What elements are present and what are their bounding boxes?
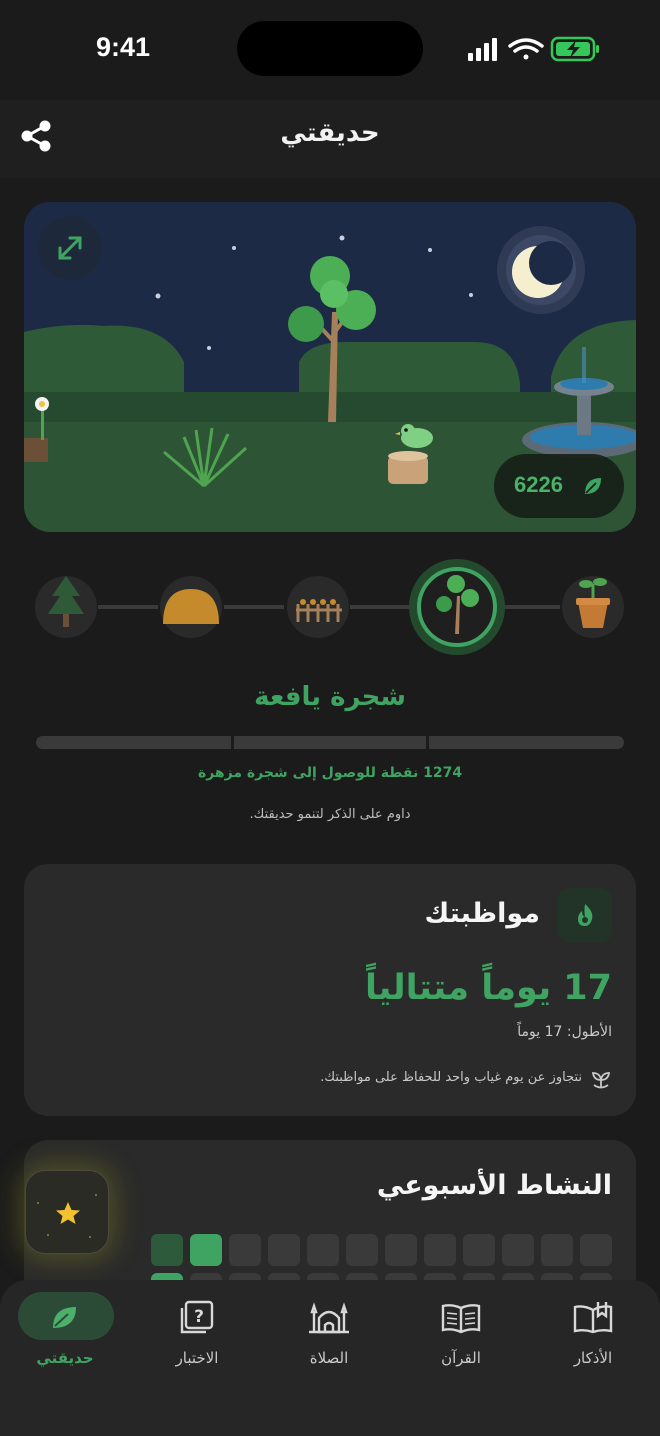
points-badge: 6226 bbox=[494, 454, 624, 518]
stage-sprout-pot bbox=[562, 576, 624, 638]
activity-cell bbox=[424, 1234, 456, 1266]
star-button[interactable] bbox=[25, 1170, 109, 1254]
stage-fence bbox=[287, 576, 349, 638]
app-header: حديقتي bbox=[0, 100, 660, 178]
activity-cell bbox=[541, 1234, 573, 1266]
activity-cell bbox=[190, 1234, 222, 1266]
activity-cell bbox=[580, 1234, 612, 1266]
streak-title: مواظبتك bbox=[424, 898, 540, 929]
activity-cell bbox=[385, 1234, 417, 1266]
mosque-icon bbox=[309, 1302, 349, 1334]
svg-text:?: ? bbox=[194, 1307, 204, 1327]
bottom-tab-bar: حديقتي ? الاختبار الصلاة القرآن الأذكار bbox=[0, 1280, 660, 1436]
tab-label: الصلاة bbox=[309, 1349, 349, 1367]
activity-cell bbox=[151, 1234, 183, 1266]
stage-progress-bar bbox=[36, 736, 624, 749]
star-icon bbox=[37, 1194, 97, 1238]
status-time: 9:41 bbox=[96, 32, 151, 62]
tab-quran[interactable]: القرآن bbox=[396, 1280, 526, 1390]
weekly-activity-card: النشاط الأسبوعي bbox=[24, 1140, 636, 1288]
activity-cell bbox=[229, 1234, 261, 1266]
leaf-icon bbox=[53, 1307, 76, 1328]
activity-cell bbox=[268, 1234, 300, 1266]
streak-note: نتجاوز عن يوم غياب واحد للحفاظ على مواظب… bbox=[320, 1070, 582, 1085]
tab-label: القرآن bbox=[441, 1349, 481, 1367]
main-content[interactable]: 6226 شجرة يافعة 1274 نقطة للوصول إلى شجر… bbox=[0, 178, 660, 1288]
tab-adhkar[interactable]: الأذكار bbox=[528, 1280, 658, 1390]
activity-cell bbox=[502, 1234, 534, 1266]
status-bar: 9:41 bbox=[0, 0, 660, 100]
quran-icon bbox=[441, 1304, 481, 1334]
stage-pine-tree bbox=[35, 576, 97, 638]
status-icons bbox=[468, 36, 599, 62]
stage-label: شجرة يافعة bbox=[254, 682, 406, 712]
streak-value: 17 يوماً متتالياً bbox=[365, 968, 612, 1008]
tab-my-garden[interactable]: حديقتي bbox=[0, 1280, 130, 1390]
tab-quiz[interactable]: ? الاختبار bbox=[132, 1280, 262, 1390]
sprout-icon bbox=[591, 1072, 611, 1089]
garden-scene: 6226 bbox=[24, 202, 636, 532]
points-to-next-stage: 1274 نقطة للوصول إلى شجرة مزهرة bbox=[197, 765, 463, 781]
wifi-icon bbox=[508, 38, 544, 60]
points-value: 6226 bbox=[514, 472, 563, 497]
activity-cell bbox=[463, 1234, 495, 1266]
weekly-title: النشاط الأسبوعي bbox=[376, 1170, 612, 1201]
battery-icon bbox=[550, 36, 599, 62]
streak-longest: الأطول: 17 يوماً bbox=[517, 1024, 612, 1040]
page-title: حديقتي bbox=[280, 118, 380, 148]
stage-dome bbox=[160, 576, 222, 638]
leaf-icon bbox=[585, 478, 601, 494]
expand-button[interactable] bbox=[38, 216, 102, 280]
tab-label: الاختبار bbox=[175, 1349, 219, 1367]
flame-icon bbox=[558, 888, 612, 942]
expand-icon bbox=[58, 236, 82, 260]
tab-prayer[interactable]: الصلاة bbox=[264, 1280, 394, 1390]
activity-cell bbox=[307, 1234, 339, 1266]
growth-stages bbox=[35, 559, 624, 655]
dynamic-island bbox=[237, 21, 423, 76]
signal-icon bbox=[468, 38, 497, 61]
streak-card: مواظبتك 17 يوماً متتالياً الأطول: 17 يوم… bbox=[24, 864, 636, 1116]
quiz-icon: ? bbox=[180, 1300, 214, 1334]
tab-label: حديقتي bbox=[36, 1349, 94, 1367]
tab-label: الأذكار bbox=[573, 1349, 613, 1367]
moon-icon bbox=[497, 226, 585, 314]
book-icon bbox=[573, 1302, 613, 1334]
streak-note-row: نتجاوز عن يوم غياب واحد للحفاظ على مواظب… bbox=[52, 1068, 612, 1090]
activity-cell bbox=[346, 1234, 378, 1266]
stage-young-tree-current bbox=[409, 559, 505, 655]
garden-hint: داوم على الذكر لتنمو حديقتك. bbox=[249, 807, 411, 822]
